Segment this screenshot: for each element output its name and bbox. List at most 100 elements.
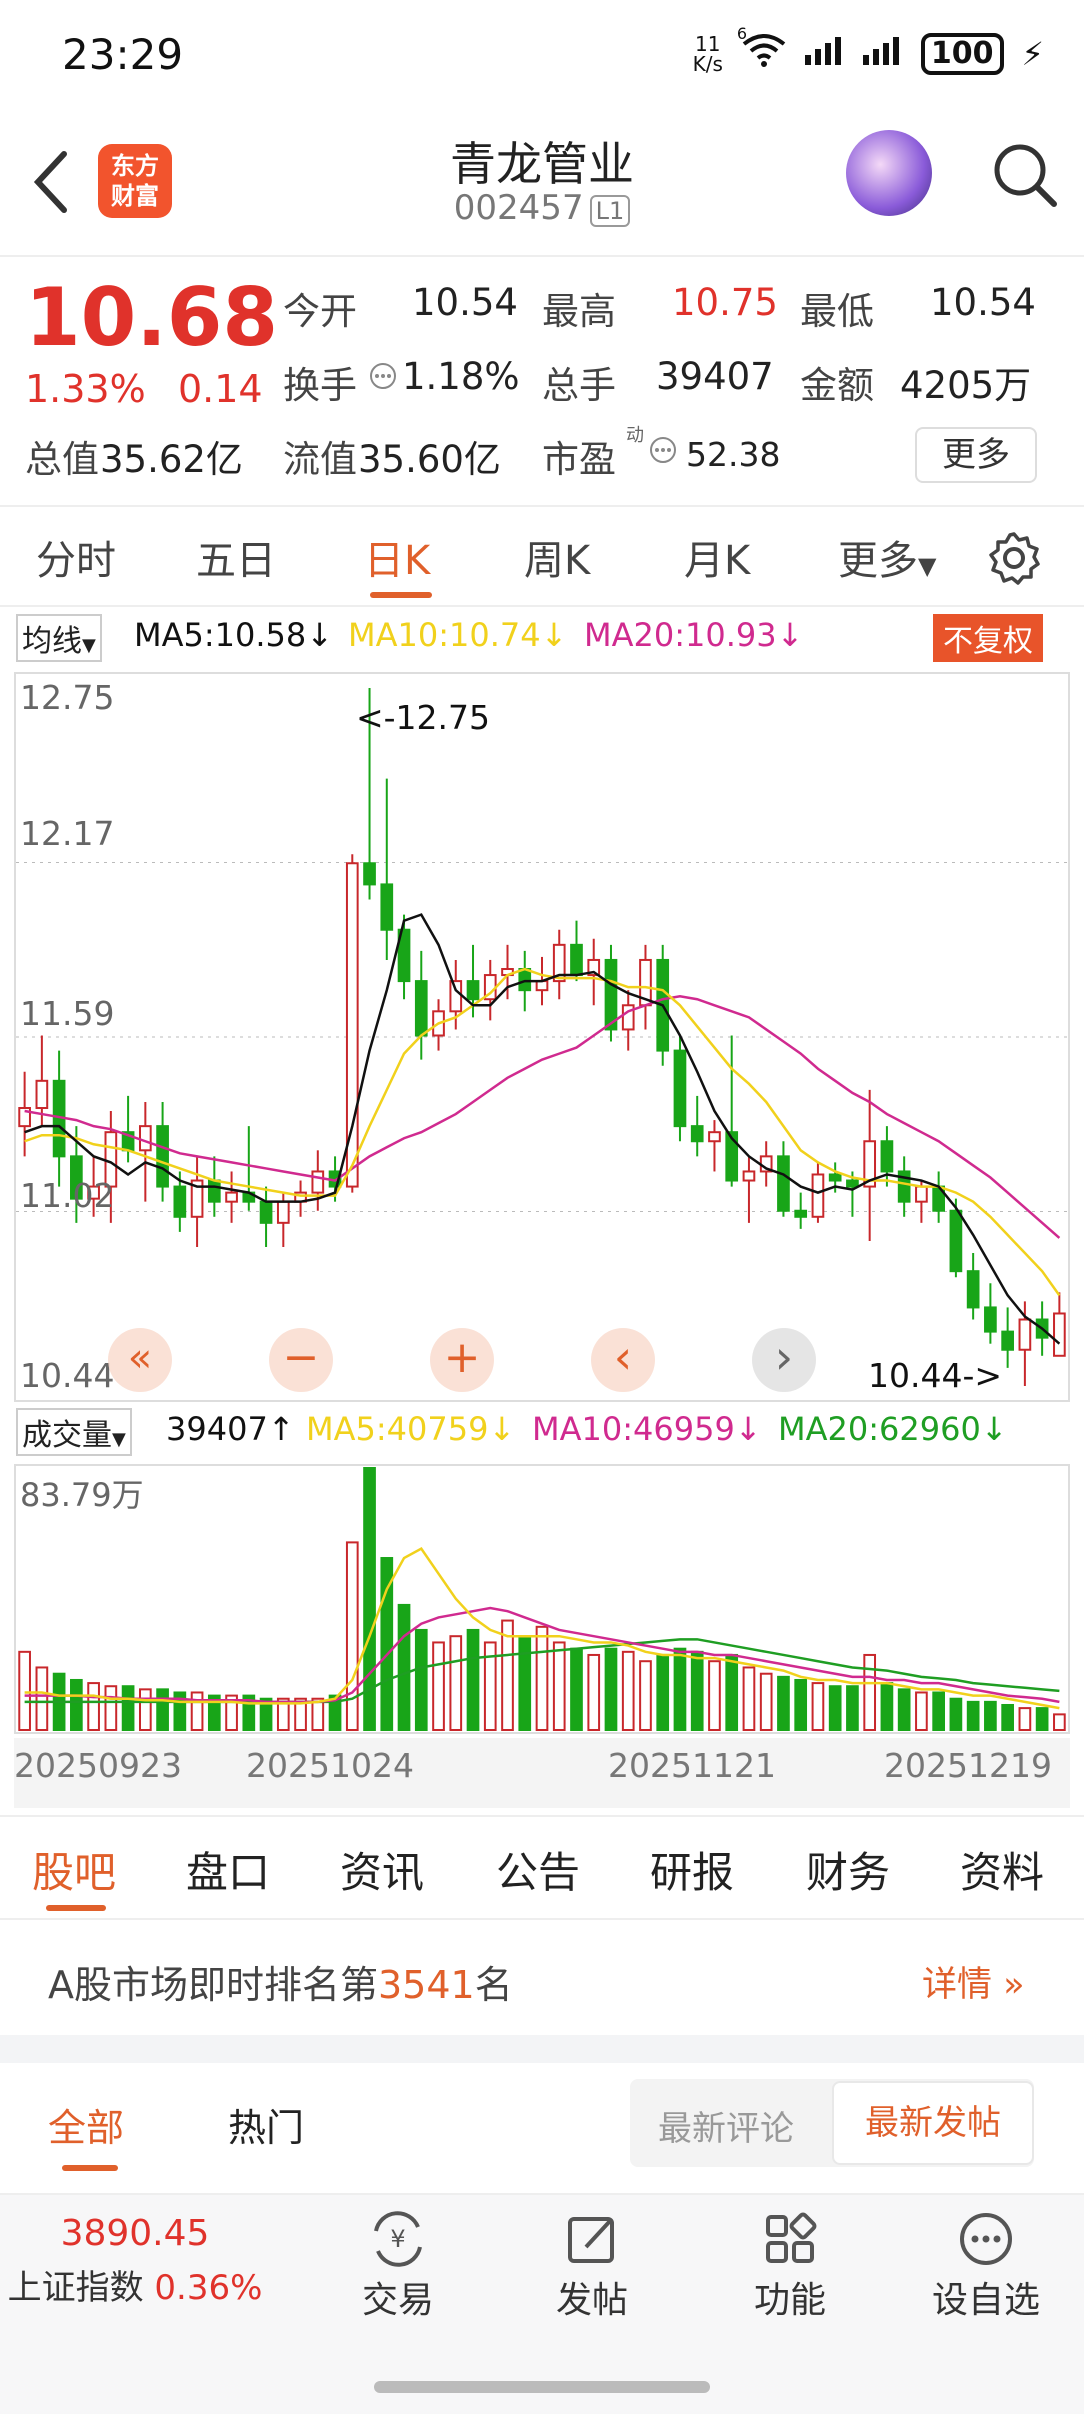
- vol-ma5: MA5:40759↓: [306, 1410, 516, 1448]
- ma-legend: 均线▼ MA5:10.58↓ MA10:10.74↓ MA20:10.93↓ 不…: [16, 614, 1076, 662]
- tab-announcements[interactable]: 公告: [496, 1839, 580, 1900]
- nav-functions[interactable]: 功能: [700, 2211, 880, 2323]
- ma10-line: [24, 967, 1061, 1297]
- candle-body: [742, 1170, 756, 1182]
- info-icon[interactable]: [368, 361, 398, 395]
- double-chevron-right-icon: »: [1003, 1965, 1025, 2005]
- tab-weekly-k[interactable]: 周K: [524, 528, 590, 586]
- index-name: 上证指数: [7, 2268, 144, 2308]
- volume-bar: [639, 1660, 652, 1731]
- status-time: 23:29: [62, 30, 184, 79]
- amount-value: 4205万: [900, 364, 1032, 407]
- tab-monthly-k[interactable]: 月K: [684, 528, 750, 586]
- y-label-3: 11.59: [20, 994, 115, 1033]
- active-tab-indicator: [370, 592, 432, 598]
- pe-sup: 动: [626, 425, 644, 446]
- last-price: 10.68: [25, 271, 279, 364]
- more-button[interactable]: 更多: [915, 427, 1037, 483]
- tab-profile[interactable]: 资料: [960, 1839, 1044, 1900]
- vol-max-label: 83.79万: [20, 1476, 144, 1514]
- tab-intraday[interactable]: 分时: [36, 528, 116, 586]
- candle-body: [570, 943, 583, 977]
- settings-icon[interactable]: [986, 530, 1042, 590]
- volume-bar: [121, 1685, 135, 1731]
- filter-hot[interactable]: 热门: [228, 2097, 304, 2152]
- candle-body: [673, 1049, 687, 1128]
- date-label-2: 20251024: [246, 1746, 414, 1785]
- ma5-value: MA5:10.58↓: [134, 616, 334, 654]
- assistant-avatar[interactable]: [846, 130, 932, 216]
- net-speed: 11 K/s: [692, 31, 723, 76]
- volume-bar: [35, 1666, 49, 1732]
- signal-icon: [804, 35, 845, 72]
- volume-bar: [966, 1700, 980, 1731]
- trade-icon: ¥: [374, 2211, 422, 2267]
- scroll-start-button[interactable]: «: [108, 1328, 172, 1392]
- adjust-toggle[interactable]: 不复权: [933, 614, 1043, 662]
- nav-add-watchlist[interactable]: 设自选: [896, 2211, 1076, 2323]
- tab-news[interactable]: 资讯: [340, 1839, 424, 1900]
- wifi-icon: 6: [737, 24, 787, 75]
- triangle-down-icon: ▼: [918, 552, 937, 580]
- tab-more[interactable]: 更多▼: [838, 528, 936, 586]
- zoom-in-button[interactable]: +: [430, 1328, 494, 1392]
- rank-bar[interactable]: A股市场即时排名第3541名 详情 »: [0, 1920, 1084, 2035]
- high-value: 10.75: [672, 281, 778, 324]
- nav-post[interactable]: 发帖: [502, 2211, 682, 2323]
- tab-pankou[interactable]: 盘口: [186, 1839, 270, 1900]
- volume-bar: [794, 1678, 808, 1732]
- volume-bar: [742, 1666, 756, 1732]
- volume-legend: 成交量▼ 39407↑ MA5:40759↓ MA10:46959↓ MA20:…: [16, 1408, 1076, 1456]
- sort-latest-comment[interactable]: 最新评论: [658, 2101, 794, 2150]
- candle-body: [363, 862, 376, 886]
- content-tabs: 股吧 盘口 资讯 公告 研报 财务 资料: [0, 1815, 1084, 1922]
- kline-chart[interactable]: 12.75 12.17 11.59 11.02 10.44 <-12.75 10…: [14, 672, 1070, 1402]
- volume-selector[interactable]: 成交量▼: [16, 1408, 132, 1456]
- bottom-nav: 3890.45 上证指数 0.36% ¥ 交易 发帖 功能 设自选: [0, 2193, 1084, 2414]
- status-icons: 11 K/s 6 100 ⚡: [692, 24, 1044, 76]
- volume-bar: [345, 1541, 359, 1732]
- tab-research[interactable]: 研报: [650, 1839, 734, 1900]
- ma-selector[interactable]: 均线▼: [16, 614, 102, 662]
- search-icon[interactable]: [990, 140, 1060, 210]
- volume-bar: [708, 1660, 721, 1731]
- volume-svg: [18, 1467, 1066, 1732]
- volume-bar: [1018, 1707, 1032, 1732]
- tab-finance[interactable]: 财务: [806, 1839, 890, 1900]
- scroll-left-button[interactable]: ‹: [591, 1328, 655, 1392]
- turnover-value: 1.18%: [402, 355, 520, 398]
- home-indicator: [374, 2381, 710, 2393]
- volume-bar: [984, 1700, 997, 1731]
- change-percent: 1.33%: [25, 367, 146, 411]
- status-bar: 23:29 11 K/s 6 100 ⚡: [0, 0, 1084, 110]
- candle-body: [604, 958, 618, 1031]
- index-ticker[interactable]: 3890.45 上证指数 0.36%: [0, 2213, 270, 2309]
- sort-toggle: 最新评论 最新发帖: [630, 2079, 1034, 2167]
- rank-detail-link[interactable]: 详情 »: [922, 1956, 1025, 2007]
- candle-body: [1018, 1318, 1032, 1351]
- candle-body: [846, 1179, 859, 1188]
- high-label: 最高: [542, 290, 616, 333]
- nav-trade[interactable]: ¥ 交易: [308, 2211, 488, 2323]
- candle-body: [311, 1170, 325, 1194]
- filter-all[interactable]: 全部: [48, 2097, 124, 2152]
- candle-body: [449, 980, 463, 1013]
- tab-guba[interactable]: 股吧: [32, 1839, 116, 1900]
- volume-chart[interactable]: 83.79万: [14, 1464, 1070, 1734]
- date-axis: 20250923 20251024 20251121 20251219: [14, 1738, 1070, 1808]
- volume-bar: [190, 1691, 204, 1731]
- stock-header: 东方 财富 青龙管业 002457 L1: [0, 110, 1084, 257]
- candle-body: [690, 1125, 704, 1143]
- sort-latest-post[interactable]: 最新发帖: [832, 2081, 1034, 2165]
- signal-icon-2: [862, 35, 903, 72]
- ma10-value: MA10:10.74↓: [348, 616, 568, 654]
- tab-daily-k[interactable]: 日K: [364, 528, 430, 586]
- tab-5day[interactable]: 五日: [196, 528, 276, 586]
- scroll-right-button[interactable]: ›: [752, 1328, 816, 1392]
- volume-bar: [949, 1697, 963, 1732]
- candle-body: [414, 980, 428, 1037]
- pe-info-icon[interactable]: [648, 435, 678, 469]
- zoom-out-button[interactable]: −: [269, 1328, 333, 1392]
- index-change: 0.36%: [154, 2268, 263, 2308]
- candle-body: [777, 1155, 790, 1212]
